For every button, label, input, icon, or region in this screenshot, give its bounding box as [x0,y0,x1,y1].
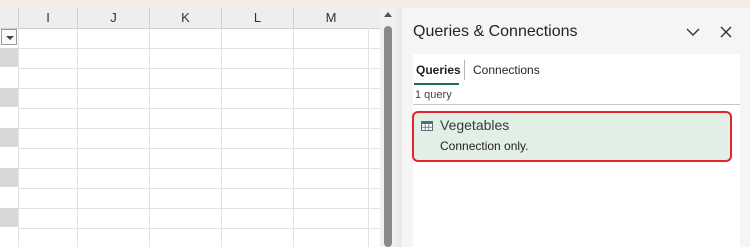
table-icon [421,121,433,131]
row-stub [0,188,18,207]
row-stub [0,68,18,87]
tab-connections[interactable]: Connections [473,63,540,77]
column-header-k[interactable]: K [149,8,221,28]
pane-body: Queries Connections 1 query Vegetables C… [412,54,740,247]
grid-line [18,148,380,149]
vertical-scrollbar[interactable] [380,8,396,247]
grid-line [368,28,369,247]
grid-line [149,28,150,247]
grid-line [18,188,380,189]
grid-line [18,48,380,49]
scrollbar-thumb[interactable] [384,26,392,247]
column-header-j[interactable]: J [77,8,149,28]
column-header-row: I J K L M [0,8,382,29]
grid-line [18,168,380,169]
active-tab-indicator [414,83,459,85]
row-stub [0,128,18,147]
query-name[interactable]: Vegetables [440,117,509,133]
column-header-l[interactable]: L [221,8,293,28]
row-stub [0,148,18,167]
tab-divider [464,60,465,80]
grid-line [18,228,380,229]
filter-dropdown-button[interactable] [1,29,17,45]
pane-title: Queries & Connections [413,23,578,40]
grid-line [18,128,380,129]
row-stub [0,208,18,227]
grid-line [18,88,380,89]
row-stub [0,48,18,67]
query-status: Connection only. [440,139,529,153]
grid-line [77,28,78,247]
queries-connections-pane: Queries & Connections Queries Connection… [402,8,750,247]
scroll-up-arrow-icon[interactable] [384,12,392,17]
column-header-m[interactable]: M [293,8,368,28]
column-header-i[interactable]: I [18,8,77,28]
grid-line [18,68,380,69]
row-stub [0,168,18,187]
spreadsheet-grid[interactable]: I J K L M [0,8,382,247]
chevron-down-icon[interactable] [685,24,701,40]
title-bar-strip [0,0,750,8]
grid-line [221,28,222,247]
query-count: 1 query [415,89,452,101]
tab-queries[interactable]: Queries [416,63,461,77]
divider [413,104,740,105]
close-icon[interactable] [718,24,734,40]
row-stub [0,108,18,127]
grid-line [18,208,380,209]
grid-line [18,28,19,247]
row-stub [0,228,18,247]
grid-line [18,108,380,109]
query-item-vegetables[interactable]: Vegetables Connection only. [412,111,732,162]
grid-line [293,28,294,247]
row-stub [0,88,18,107]
